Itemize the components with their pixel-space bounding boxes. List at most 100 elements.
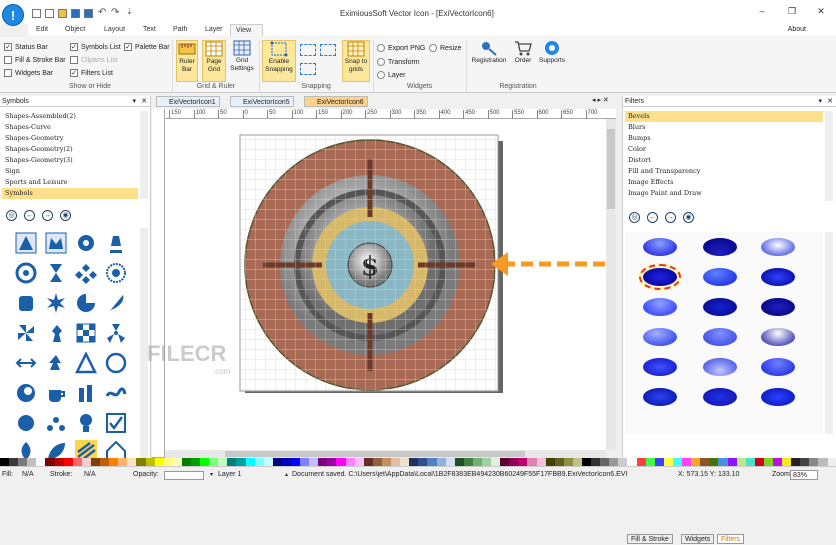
palette-swatch[interactable] [572,458,582,466]
filters-list-scrollbar[interactable] [825,111,833,201]
widgets-bar-checkbox[interactable]: Widgets Bar [4,69,53,77]
filter-swatch[interactable] [643,298,677,316]
enable-snapping-button[interactable]: Enable Snapping [262,40,296,82]
tab-view[interactable]: View [230,24,263,36]
about-link[interactable]: About [788,26,806,33]
palette-swatch[interactable] [400,458,410,466]
grid-settings-button[interactable]: Grid Settings [228,40,256,82]
filter-swatch[interactable] [761,358,795,376]
palette-swatch[interactable] [809,458,819,466]
filters-list[interactable]: Bevels Blurs Bumps Color Distort Fill an… [625,111,823,201]
list-item[interactable]: Color [625,144,823,155]
symbol-gear-icon[interactable] [75,232,97,254]
redo-icon[interactable]: ↷ [111,7,119,18]
palette-swatch[interactable] [754,458,764,466]
home-icon[interactable]: ◉ [60,210,71,221]
palette-swatch[interactable] [154,458,164,466]
palette-swatch[interactable] [409,458,419,466]
palette-swatch[interactable] [72,458,82,466]
supports-button[interactable]: Supports [536,40,568,82]
list-item-selected[interactable]: Bevels [625,111,823,122]
app-logo-icon[interactable]: ! [2,4,24,26]
close-icon[interactable]: ✕ [814,6,828,18]
filters-grid-scrollbar[interactable] [825,232,833,434]
tab-layout[interactable]: Layout [104,24,125,36]
filters-list-checkbox[interactable]: ✓ Filters List [70,69,113,77]
open-folder-icon[interactable] [58,9,67,18]
snap-bbox-icon[interactable] [300,44,316,56]
symbol-cup-icon[interactable] [45,382,67,404]
palette-swatch[interactable] [318,458,328,466]
filter-swatch[interactable] [643,388,677,406]
palette-swatch[interactable] [527,458,537,466]
palette-swatch[interactable] [18,458,28,466]
symbol-hourglass-icon[interactable] [45,262,67,284]
layer-dropdown-icon[interactable]: ▾ [210,471,213,478]
fill-stroke-bar-checkbox[interactable]: Fill & Stroke Bar [4,56,66,64]
settings-icon[interactable]: ◎ [629,212,640,223]
palette-swatch[interactable] [200,458,210,466]
tab-object[interactable]: Object [65,24,85,36]
symbol-lamp-icon[interactable] [105,232,127,254]
palette-swatch[interactable] [636,458,646,466]
palette-swatch[interactable] [163,458,173,466]
save-icon[interactable] [71,9,80,18]
list-item[interactable]: Bumps [625,133,823,144]
palette-swatch[interactable] [800,458,810,466]
palette-swatch[interactable] [127,458,137,466]
palette-swatch[interactable] [481,458,492,466]
symbol-crown-icon[interactable] [45,232,67,254]
symbol-bottles-icon[interactable] [75,382,97,404]
opacity-field[interactable] [164,471,204,480]
palette-swatch[interactable] [427,458,437,466]
palette-swatch[interactable] [281,458,291,466]
layer-option[interactable]: Layer [377,71,406,79]
palette-swatch[interactable] [27,458,37,466]
filter-swatch-selected[interactable] [639,264,681,290]
palette-swatch[interactable] [700,458,710,466]
minimize-icon[interactable]: – [755,6,769,18]
palette-swatch[interactable] [682,458,692,466]
palette-swatch[interactable] [691,458,701,466]
palette-swatch[interactable] [90,458,101,466]
tab-text[interactable]: Text [143,24,156,36]
palette-swatch[interactable] [627,458,637,466]
palette-swatch[interactable] [291,458,301,466]
palette-swatch[interactable] [245,458,255,466]
palette-swatch[interactable] [227,458,237,466]
palette-swatch[interactable] [345,458,355,466]
symbol-bulb-icon[interactable] [75,412,97,434]
palette-swatch[interactable] [354,458,364,466]
tab-layer[interactable]: Layer [205,24,223,36]
palette-swatch[interactable] [609,458,619,466]
palette-swatch[interactable] [181,458,191,466]
symbol-diamonds-icon[interactable] [75,262,97,284]
filter-swatch[interactable] [703,388,737,406]
tab-exivectoricon6[interactable]: ExiVectorIcon6 [304,96,368,107]
palette-swatch[interactable] [827,458,836,466]
symbol-feather-icon[interactable] [105,292,127,314]
list-item[interactable]: Shapes-Curve [2,122,138,133]
palette-swatch[interactable] [782,458,792,466]
palette-swatch[interactable] [745,458,755,466]
symbol-swirl-icon[interactable] [15,382,37,404]
tab-exivectoricon1[interactable]: ExiVectorIcon1 [156,96,220,107]
symbol-wave-icon[interactable] [105,382,127,404]
palette-swatch[interactable] [363,458,373,466]
palette-swatch[interactable] [436,458,446,466]
filter-swatch[interactable] [703,328,737,346]
palette-swatch[interactable] [118,458,128,466]
restore-icon[interactable]: ❐ [785,6,799,18]
palette-swatch[interactable] [327,458,337,466]
palette-swatch[interactable] [0,458,10,466]
palette-swatch[interactable] [81,458,91,466]
symbol-recycle-icon[interactable] [45,352,67,374]
filter-swatch[interactable] [703,298,737,316]
palette-swatch[interactable] [736,458,746,466]
snap-guides-icon[interactable] [300,63,316,75]
palette-swatch[interactable] [718,458,728,466]
symbol-sun-icon[interactable] [105,262,127,284]
symbol-biohazard-icon[interactable] [15,262,37,284]
palette-swatch[interactable] [536,458,546,466]
palette-swatch[interactable] [172,458,182,466]
